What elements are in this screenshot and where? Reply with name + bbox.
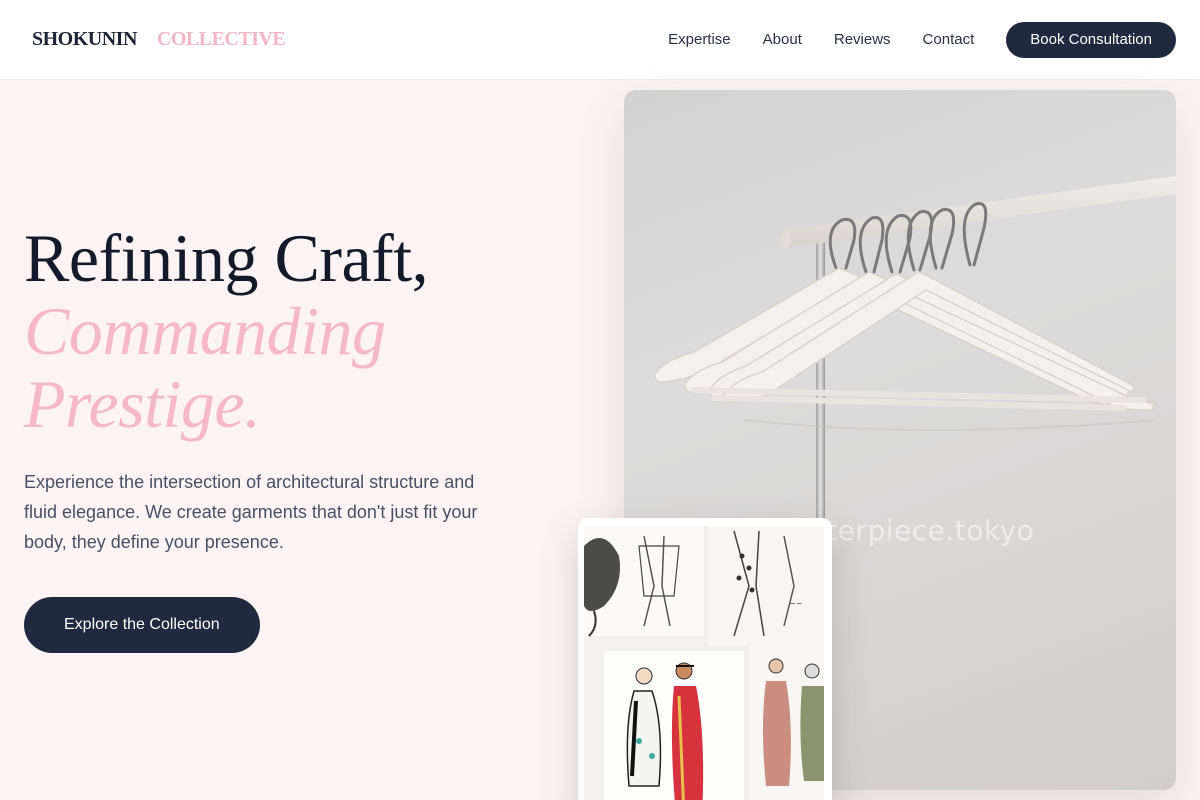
fashion-sketches-image: ~~ xyxy=(584,526,824,800)
nav-link-reviews[interactable]: Reviews xyxy=(834,31,891,48)
svg-text:~~: ~~ xyxy=(789,599,802,608)
logo-accent: COLLECTIVE xyxy=(156,28,286,50)
hero-title-line1: Refining Craft, xyxy=(24,220,429,296)
main-nav: Expertise About Reviews Contact Book Con… xyxy=(668,21,1176,58)
nav-link-about[interactable]: About xyxy=(763,31,802,48)
logo[interactable]: SHOKUNIN COLLECTIVE xyxy=(32,28,286,51)
logo-primary: SHOKUNIN xyxy=(32,28,137,50)
nav-link-expertise[interactable]: Expertise xyxy=(668,31,731,48)
hero-title-line2: Commanding xyxy=(24,293,386,369)
hero-title: Refining Craft, Commanding Prestige. xyxy=(24,222,524,441)
nav-link-contact[interactable]: Contact xyxy=(923,31,975,48)
explore-collection-button[interactable]: Explore the Collection xyxy=(24,597,260,653)
hero-secondary-image: ~~ xyxy=(578,518,832,800)
hero-title-line3: Prestige. xyxy=(24,366,261,442)
book-consultation-button[interactable]: Book Consultation xyxy=(1006,21,1176,58)
hero-description: Experience the intersection of architect… xyxy=(24,472,478,552)
hero-section: Refining Craft, Commanding Prestige. Exp… xyxy=(24,222,524,653)
site-header: SHOKUNIN COLLECTIVE Expertise About Revi… xyxy=(0,0,1200,80)
